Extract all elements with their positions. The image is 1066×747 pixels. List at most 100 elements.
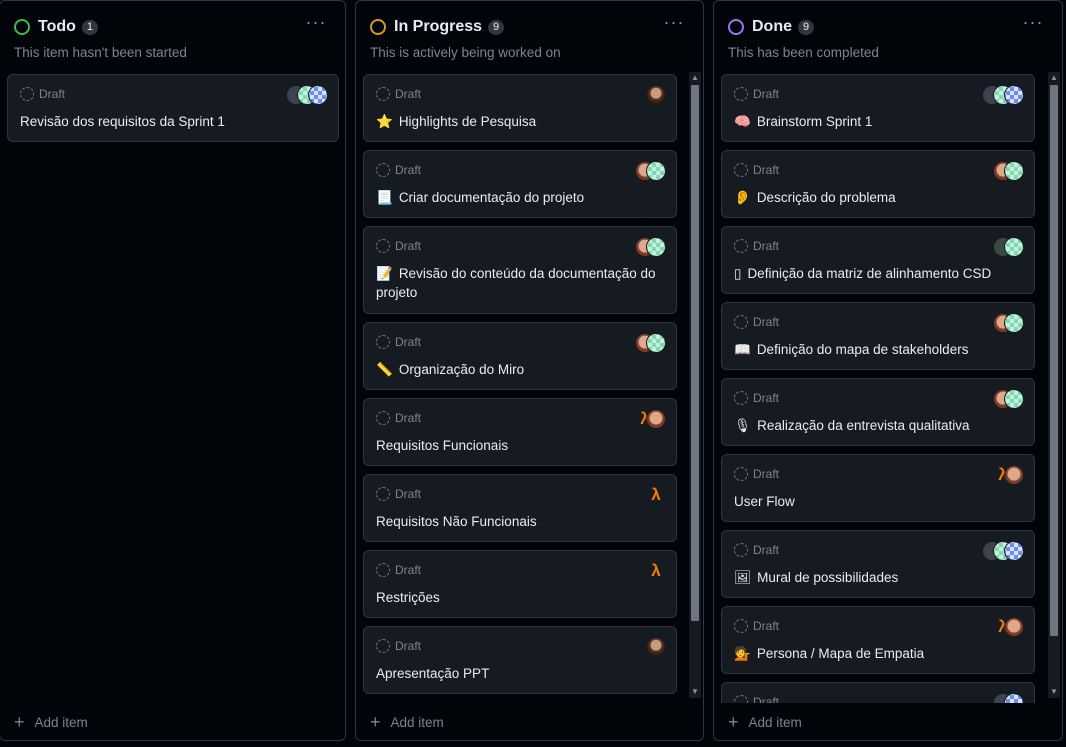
assignee-avatars[interactable]: λ: [646, 485, 666, 505]
card-item[interactable]: Draft ▯ Definição da matriz de alinhamento…: [721, 226, 1035, 294]
add-item-button[interactable]: + Add item: [370, 713, 444, 731]
assignee-avatars[interactable]: [993, 313, 1024, 333]
assignee-avatars[interactable]: λ: [635, 409, 666, 429]
avatar[interactable]: [646, 85, 666, 105]
card-item[interactable]: Draft λ User Flow: [721, 454, 1035, 522]
card-title-text: Highlights de Pesquisa: [398, 114, 537, 129]
column-menu-button[interactable]: ···: [1022, 13, 1044, 37]
card-title[interactable]: 📖 Definição do mapa de stakeholders: [734, 340, 1022, 359]
card-item[interactable]: Draft 📏 Organização do Miro: [363, 322, 677, 390]
assignee-avatars[interactable]: [982, 541, 1024, 561]
assignee-avatars[interactable]: [286, 85, 328, 105]
avatar[interactable]: [646, 637, 666, 657]
title-emoji-icon: 💁: [734, 646, 751, 661]
assignee-avatars[interactable]: [646, 637, 666, 657]
card-item[interactable]: Draft λ 💁 Persona / Mapa de Empatia: [721, 606, 1035, 674]
scrollbar[interactable]: ▲ ▼: [1048, 72, 1060, 698]
lambda-avatar-icon[interactable]: λ: [646, 485, 666, 505]
draft-status: Draft: [376, 411, 421, 425]
card-title[interactable]: Requisitos Não Funcionais: [376, 512, 664, 531]
card-item[interactable]: Draft 📖 Definição do mapa de stakeholders: [721, 302, 1035, 370]
card-item[interactable]: Draft ⭐ Highlights de Pesquisa: [363, 74, 677, 142]
avatar[interactable]: [646, 237, 666, 257]
card-title[interactable]: 🧠 Brainstorm Sprint 1: [734, 112, 1022, 131]
assignee-avatars[interactable]: [635, 333, 666, 353]
column-title: Todo: [38, 18, 76, 35]
avatar[interactable]: [1004, 389, 1024, 409]
scroll-down-arrow-icon[interactable]: ▼: [689, 686, 701, 698]
card-title[interactable]: Requisitos Funcionais: [376, 436, 664, 455]
card-title-text: User Flow: [734, 494, 795, 509]
add-item-label: Add item: [34, 714, 88, 730]
assignee-avatars[interactable]: [635, 161, 666, 181]
add-item-button[interactable]: + Add item: [14, 713, 88, 731]
card-title[interactable]: 🎙 Realização da entrevista qualitativa: [734, 416, 1022, 435]
column-menu-button[interactable]: ···: [305, 13, 327, 37]
avatar[interactable]: [1004, 465, 1024, 485]
column-description: This item hasn't been started: [14, 45, 187, 60]
avatar[interactable]: [1004, 85, 1024, 105]
card-title[interactable]: 📃 Criar documentação do projeto: [376, 188, 664, 207]
draft-status: Draft: [734, 695, 779, 703]
avatar[interactable]: [646, 333, 666, 353]
assignee-avatars[interactable]: [993, 161, 1024, 181]
scrollbar[interactable]: ▲ ▼: [689, 72, 701, 698]
card-title[interactable]: Revisão dos requisitos da Sprint 1: [20, 112, 326, 131]
card-item[interactable]: Draft λ Requisitos Não Funcionais: [363, 474, 677, 542]
card-item[interactable]: Draft λ Restrições: [363, 550, 677, 618]
card-item[interactable]: Draft Revisão dos requisitos da Sprint 1: [7, 74, 339, 142]
assignee-avatars[interactable]: [635, 237, 666, 257]
card-item[interactable]: Draft: [721, 682, 1035, 703]
draft-status: Draft: [734, 391, 779, 405]
card-title[interactable]: 🖼 Mural de possibilidades: [734, 568, 1022, 587]
avatar[interactable]: [1004, 617, 1024, 637]
card-title[interactable]: 💁 Persona / Mapa de Empatia: [734, 644, 1022, 663]
scrollbar-thumb[interactable]: [691, 85, 699, 621]
add-item-button[interactable]: + Add item: [728, 713, 802, 731]
scroll-up-arrow-icon[interactable]: ▲: [689, 72, 701, 84]
card-item[interactable]: Draft Apresentação PPT: [363, 626, 677, 694]
draft-label: Draft: [753, 543, 780, 557]
scroll-up-arrow-icon[interactable]: ▲: [1048, 72, 1060, 84]
column-title: In Progress: [394, 18, 483, 35]
card-item[interactable]: Draft 📃 Criar documentação do projeto: [363, 150, 677, 218]
avatar[interactable]: [646, 161, 666, 181]
title-emoji-icon: 🧠: [734, 114, 751, 129]
column-todo: Todo 1 ··· This item hasn't been started…: [0, 0, 346, 741]
avatar[interactable]: [308, 85, 328, 105]
card-item[interactable]: Draft 🎙 Realização da entrevista qualitati…: [721, 378, 1035, 446]
card-title[interactable]: 👂 Descrição do problema: [734, 188, 1022, 207]
avatar[interactable]: [1004, 693, 1024, 703]
card-title[interactable]: ⭐ Highlights de Pesquisa: [376, 112, 664, 131]
scroll-down-arrow-icon[interactable]: ▼: [1048, 686, 1060, 698]
card-title[interactable]: ▯ Definição da matriz de alinhamento CSD: [734, 264, 1022, 283]
assignee-avatars[interactable]: [993, 237, 1024, 257]
avatar[interactable]: [1004, 313, 1024, 333]
avatar[interactable]: [1004, 237, 1024, 257]
assignee-avatars[interactable]: [993, 389, 1024, 409]
assignee-avatars[interactable]: λ: [993, 465, 1024, 485]
lambda-avatar-icon[interactable]: λ: [646, 561, 666, 581]
card-item[interactable]: Draft 👂 Descrição do problema: [721, 150, 1035, 218]
scrollbar-thumb[interactable]: [1050, 85, 1058, 636]
avatar[interactable]: [646, 409, 666, 429]
avatar[interactable]: [1004, 161, 1024, 181]
assignee-avatars[interactable]: λ: [646, 561, 666, 581]
card-item[interactable]: Draft 📝 Revisão do conteúdo da documentaçã…: [363, 226, 677, 314]
card-title[interactable]: Apresentação PPT: [376, 664, 664, 683]
assignee-avatars[interactable]: [993, 693, 1024, 703]
card-item[interactable]: Draft 🧠 Brainstorm Sprint 1: [721, 74, 1035, 142]
assignee-avatars[interactable]: λ: [993, 617, 1024, 637]
card-title[interactable]: User Flow: [734, 492, 1022, 511]
card-title[interactable]: 📝 Revisão do conteúdo da documentação do …: [376, 264, 664, 302]
card-item[interactable]: Draft 🖼 Mural de possibilidades: [721, 530, 1035, 598]
assignee-avatars[interactable]: [646, 85, 666, 105]
avatar[interactable]: [1004, 541, 1024, 561]
column-description: This has been completed: [728, 45, 879, 60]
card-title[interactable]: 📏 Organização do Miro: [376, 360, 664, 379]
assignee-avatars[interactable]: [982, 85, 1024, 105]
column-menu-button[interactable]: ···: [663, 13, 685, 37]
draft-label: Draft: [753, 619, 780, 633]
card-title[interactable]: Restrições: [376, 588, 664, 607]
card-item[interactable]: Draft λ Requisitos Funcionais: [363, 398, 677, 466]
